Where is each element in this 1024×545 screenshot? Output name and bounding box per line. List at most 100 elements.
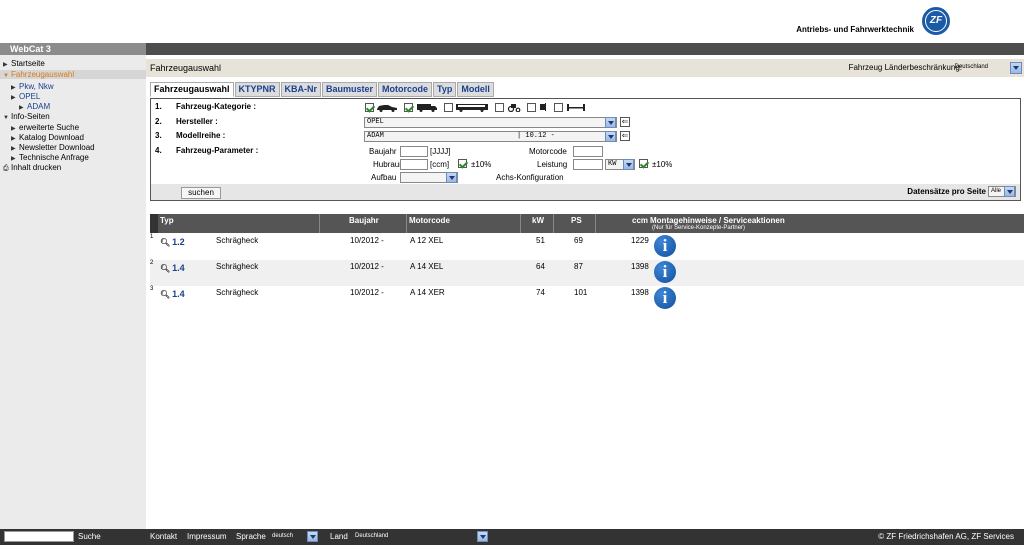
records-per-page-label: Datensätze pro Seite bbox=[907, 187, 986, 196]
section-bar: Fahrzeugauswahl Fahrzeug Länderbeschränk… bbox=[146, 59, 1024, 77]
info-icon[interactable]: i bbox=[654, 261, 676, 283]
hersteller-select[interactable]: OPEL bbox=[364, 117, 617, 128]
app-title-bar: WebCat 3 bbox=[0, 43, 146, 55]
sidebar-item-katalog-download[interactable]: ▶ Katalog Download bbox=[11, 133, 84, 142]
machine-checkbox[interactable] bbox=[526, 103, 536, 113]
tab-typ[interactable]: Typ bbox=[433, 82, 457, 97]
footer-link-kontakt[interactable]: Kontakt bbox=[150, 532, 177, 541]
row-index: 1 bbox=[150, 234, 154, 240]
achs-label: Achs-Konfiguration bbox=[496, 173, 564, 182]
leistung-tolerance: ±10% bbox=[652, 160, 673, 169]
ps-cell: 101 bbox=[574, 288, 588, 297]
info-icon[interactable]: i bbox=[654, 287, 676, 309]
sidebar-item-inhalt-drucken[interactable]: ⎙ Inhalt drucken bbox=[3, 163, 61, 173]
modellreihe-select[interactable]: ADAM | 10.12 - bbox=[364, 131, 617, 142]
sidebar-item-info-seiten[interactable]: ▼ Info-Seiten bbox=[3, 112, 50, 121]
aufbau-label: Aufbau bbox=[371, 173, 397, 182]
leistung-unit-select[interactable]: KW bbox=[605, 159, 635, 170]
truck-light-checkbox[interactable] bbox=[404, 103, 414, 113]
tab-baumuster[interactable]: Baumuster bbox=[322, 82, 378, 97]
sidebar-item-label: Fahrzeugauswahl bbox=[11, 70, 75, 79]
language-dropdown[interactable] bbox=[307, 531, 318, 542]
triangle-down-icon: ▼ bbox=[3, 73, 9, 79]
row-number: 4. bbox=[155, 146, 162, 155]
search-button[interactable]: suchen bbox=[181, 187, 221, 199]
hubraum-input[interactable] bbox=[400, 159, 428, 170]
sidebar-item-newsletter-download[interactable]: ▶ Newsletter Download bbox=[11, 143, 95, 152]
tab-modell[interactable]: Modell bbox=[457, 82, 494, 97]
type-value: 1.4 bbox=[172, 263, 185, 273]
leistung-label: Leistung bbox=[537, 160, 568, 169]
zf-logo[interactable]: ZF bbox=[922, 7, 950, 35]
type-value: 1.2 bbox=[172, 237, 185, 247]
col-separator bbox=[520, 214, 521, 233]
leistung-unit: KW bbox=[608, 160, 617, 168]
ps-cell: 87 bbox=[574, 262, 583, 271]
tab-ktypnr[interactable]: KTYPNR bbox=[234, 82, 280, 97]
sidebar-item-pkw-nkw[interactable]: ▶ Pkw, Nkw bbox=[11, 82, 54, 91]
reset-modellreihe-icon[interactable]: ⇐ bbox=[620, 131, 630, 141]
sidebar-item-opel[interactable]: ▶ OPEL bbox=[11, 92, 40, 101]
sidebar-item-adam[interactable]: ▶ ADAM bbox=[19, 102, 50, 111]
records-per-page-select[interactable]: Alle bbox=[988, 186, 1016, 197]
bus-checkbox[interactable] bbox=[443, 103, 453, 113]
footer-link-impressum[interactable]: Impressum bbox=[187, 532, 227, 541]
body-type: Schrägheck bbox=[216, 262, 259, 271]
col-kw: kW bbox=[532, 216, 544, 225]
search-form: 1. Fahrzeug-Kategorie : 2. Hersteller : … bbox=[150, 98, 1021, 201]
triangle-right-icon: ▶ bbox=[11, 146, 16, 152]
triangle-right-icon: ▶ bbox=[11, 95, 16, 101]
hubraum-tolerance-checkbox[interactable] bbox=[458, 159, 467, 168]
tractor-checkbox[interactable] bbox=[495, 103, 505, 113]
leistung-tolerance-checkbox[interactable] bbox=[639, 159, 648, 168]
type-link[interactable]: 🔍︎ 1.2 bbox=[160, 237, 185, 247]
triangle-right-icon: ▶ bbox=[11, 136, 16, 142]
type-value: 1.4 bbox=[172, 289, 185, 299]
leistung-input[interactable] bbox=[573, 159, 603, 170]
tab-kba-nr[interactable]: KBA-Nr bbox=[280, 82, 322, 97]
axle-checkbox[interactable] bbox=[554, 103, 564, 113]
baujahr-input[interactable] bbox=[400, 146, 428, 157]
tab-motorcode[interactable]: Motorcode bbox=[378, 82, 433, 97]
kw-cell: 64 bbox=[536, 262, 545, 271]
magnifier-icon: 🔍︎ bbox=[160, 238, 171, 247]
table-row[interactable]: 1 🔍︎ 1.2 Schrägheck 10/2012 - A 12 XEL 51… bbox=[150, 234, 1024, 260]
sidebar-item-fahrzeugauswahl[interactable]: ▼ Fahrzeugauswahl bbox=[0, 70, 146, 79]
row-label-kategorie: Fahrzeug-Kategorie : bbox=[176, 102, 257, 111]
sidebar-item-technische-anfrage[interactable]: ▶ Technische Anfrage bbox=[11, 153, 89, 162]
sidebar-item-label: Katalog Download bbox=[19, 133, 84, 142]
results-header: Typ Baujahr Motorcode kW PS ccm Montageh… bbox=[150, 214, 1024, 233]
country-dropdown[interactable] bbox=[477, 531, 488, 542]
col-baujahr: Baujahr bbox=[349, 216, 379, 225]
region-label: Fahrzeug Länderbeschränkung: bbox=[848, 63, 962, 72]
modellreihe-years: | 10.12 - bbox=[517, 132, 555, 140]
motorcode-cell: A 14 XER bbox=[410, 288, 445, 297]
aufbau-select[interactable] bbox=[400, 172, 458, 183]
sidebar-item-erweiterte-suche[interactable]: ▶ erweiterte Suche bbox=[11, 123, 79, 132]
tractor-icon bbox=[507, 104, 521, 113]
table-row[interactable]: 2 🔍︎ 1.4 Schrägheck 10/2012 - A 14 XEL 64… bbox=[150, 260, 1024, 286]
info-icon[interactable]: i bbox=[654, 235, 676, 257]
sidebar-item-startseite[interactable]: ▶ Startseite bbox=[3, 59, 45, 68]
van-icon bbox=[416, 104, 437, 113]
table-row[interactable]: 3 🔍︎ 1.4 Schrägheck 10/2012 - A 14 XER 74… bbox=[150, 286, 1024, 312]
type-link[interactable]: 🔍︎ 1.4 bbox=[160, 263, 185, 273]
region-dropdown[interactable] bbox=[1010, 62, 1022, 74]
forklift-icon bbox=[540, 103, 547, 112]
footer-search-input[interactable] bbox=[4, 531, 74, 542]
type-link[interactable]: 🔍︎ 1.4 bbox=[160, 289, 185, 299]
car-checkbox[interactable] bbox=[365, 103, 374, 113]
footer-search-label[interactable]: Suche bbox=[78, 532, 101, 541]
vehicle-category-group bbox=[365, 103, 590, 113]
chevron-down-icon bbox=[446, 172, 457, 183]
motorcode-input[interactable] bbox=[573, 146, 603, 157]
tab-fahrzeugauswahl[interactable]: Fahrzeugauswahl bbox=[150, 82, 234, 97]
row-label-modellreihe: Modellreihe : bbox=[176, 131, 226, 140]
main-content: Fahrzeugauswahl Fahrzeug Länderbeschränk… bbox=[146, 55, 1024, 529]
footer-land-value: Deutschland bbox=[355, 533, 389, 539]
sidebar-item-label: Newsletter Download bbox=[19, 143, 95, 152]
row-index: 3 bbox=[150, 286, 154, 292]
sidebar-item-label: OPEL bbox=[19, 92, 41, 101]
reset-hersteller-icon[interactable]: ⇐ bbox=[620, 117, 630, 127]
tab-bar: Fahrzeugauswahl KTYPNR KBA-Nr Baumuster … bbox=[150, 82, 495, 97]
